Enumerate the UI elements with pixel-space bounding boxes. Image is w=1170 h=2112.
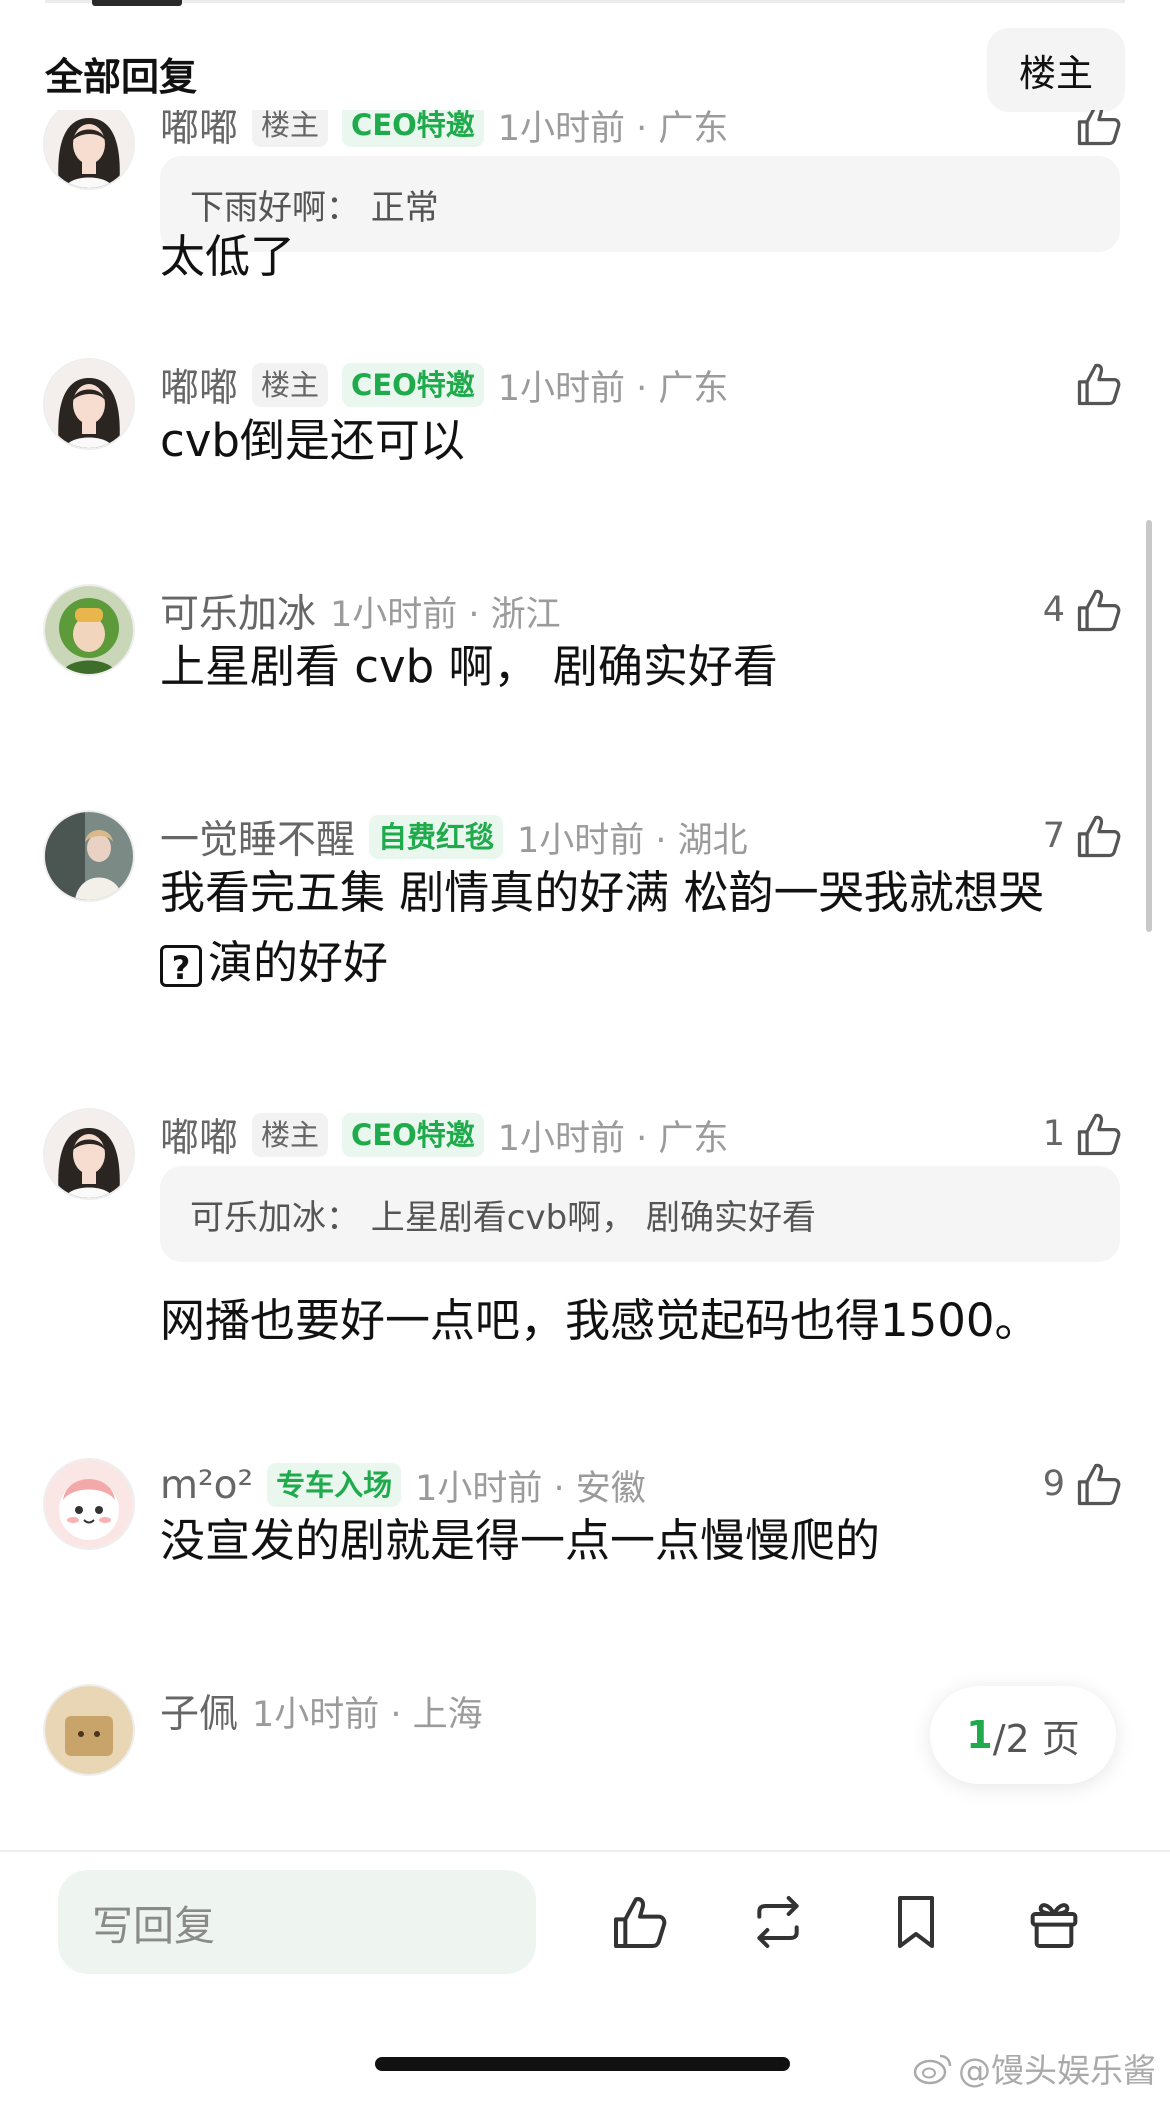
total-pages: /2 页 <box>992 1716 1080 1761</box>
comment-meta: 一觉睡不醒 自费红毯 1小时前 · 湖北 <box>160 809 748 865</box>
comment-text: 上星剧看 cvb 啊， 剧确实好看 <box>160 640 778 693</box>
comment-text-continued: 演的好好 <box>208 936 389 989</box>
quoted-reply[interactable]: 可乐加冰： 上星剧看cvb啊， 剧确实好看 <box>160 1166 1120 1262</box>
reply-input[interactable]: 写回复 <box>58 1870 536 1974</box>
avatar[interactable] <box>45 1686 133 1774</box>
comment-item: m²o² 专车入场 1小时前 · 安徽 9 没宣发的剧就是得一点一点慢慢爬的 <box>45 1460 1125 1580</box>
time-location: 1小时前 · 广东 <box>497 110 729 149</box>
op-badge: 楼主 <box>252 363 329 407</box>
username[interactable]: 嘟嘟 <box>160 1107 238 1163</box>
scrollbar[interactable] <box>1146 520 1152 932</box>
op-only-button[interactable]: 楼主 <box>987 28 1125 112</box>
like-count: 7 <box>1042 816 1065 856</box>
comment-text: 网播也要好一点吧，我感觉起码也得1500。 <box>160 1294 1040 1347</box>
watermark: @馒头娱乐酱 <box>912 2044 1156 2092</box>
comment-text: 太低了 <box>160 230 296 283</box>
like-button[interactable]: 9 <box>1043 1456 1125 1512</box>
gift-icon[interactable] <box>1022 1890 1086 1954</box>
comment-item: 嘟嘟 楼主 CEO特邀 1小时前 · 广东 下雨好啊： 正常 太低了 <box>45 110 1125 320</box>
bookmark-icon[interactable] <box>884 1890 948 1954</box>
ceo-invite-badge: CEO特邀 <box>342 363 484 407</box>
like-button[interactable]: 1 <box>1043 1106 1125 1162</box>
comment-item: 嘟嘟 楼主 CEO特邀 1小时前 · 广东 1 可乐加冰： 上星剧看cvb啊， … <box>45 1107 1125 1347</box>
comment-item: 嘟嘟 楼主 CEO特邀 1小时前 · 广东 cvb倒是还可以 <box>45 360 1125 480</box>
username[interactable]: 可乐加冰 <box>160 583 316 639</box>
like-button[interactable] <box>1065 356 1125 412</box>
like-count: 4 <box>1042 590 1065 630</box>
current-page: 1 <box>966 1713 993 1757</box>
avatar[interactable] <box>45 1460 133 1548</box>
like-count: 1 <box>1042 1114 1065 1154</box>
vip-entry-badge: 专车入场 <box>267 1463 402 1507</box>
comment-text-line2: ? 演的好好 <box>160 928 1120 998</box>
red-carpet-badge: 自费红毯 <box>369 815 504 859</box>
comment-item: 一觉睡不醒 自费红毯 1小时前 · 湖北 7 我看完五集 剧情真的好满 松韵一哭… <box>45 812 1125 1002</box>
avatar[interactable] <box>45 110 133 188</box>
comment-text: cvb倒是还可以 <box>160 414 465 467</box>
comment-list: 嘟嘟 楼主 CEO特邀 1小时前 · 广东 下雨好啊： 正常 太低了 嘟嘟 楼主… <box>0 110 1170 1850</box>
comment-meta: 子佩 1小时前 · 上海 <box>160 1683 483 1739</box>
like-button[interactable]: 7 <box>1043 808 1125 864</box>
comment-meta: m²o² 专车入场 1小时前 · 安徽 <box>160 1460 646 1510</box>
thumbs-up-icon <box>1073 358 1125 410</box>
thumbs-up-icon <box>1073 810 1125 862</box>
thumbs-up-icon <box>1073 1108 1125 1160</box>
username[interactable]: m²o² <box>160 1463 253 1508</box>
time-location: 1小时前 · 浙江 <box>330 594 561 635</box>
time-location: 1小时前 · 上海 <box>252 1694 483 1735</box>
username[interactable]: 一觉睡不醒 <box>160 809 355 865</box>
time-location: 1小时前 · 广东 <box>497 1118 729 1159</box>
comment-meta: 嘟嘟 楼主 CEO特邀 1小时前 · 广东 <box>160 357 729 413</box>
op-badge: 楼主 <box>252 1113 329 1157</box>
thumbs-up-icon <box>1073 1458 1125 1510</box>
comment-text: 我看完五集 剧情真的好满 松韵一哭我就想哭 <box>160 866 1044 919</box>
comment-text: 没宣发的剧就是得一点一点慢慢爬的 <box>160 1514 881 1567</box>
comment-meta: 可乐加冰 1小时前 · 浙江 <box>160 583 561 639</box>
comment-item: 可乐加冰 1小时前 · 浙江 4 上星剧看 cvb 啊， 剧确实好看 <box>45 586 1125 706</box>
comment-meta: 嘟嘟 楼主 CEO特邀 1小时前 · 广东 <box>160 1107 729 1163</box>
replies-header: 全部回复 楼主 <box>45 28 1125 113</box>
time-location: 1小时前 · 湖北 <box>517 820 748 861</box>
avatar[interactable] <box>45 812 133 900</box>
repost-icon[interactable] <box>746 1890 810 1954</box>
page-title: 全部回复 <box>45 55 198 99</box>
time-location: 1小时前 · 安徽 <box>415 1468 646 1509</box>
ceo-invite-badge: CEO特邀 <box>342 1113 484 1157</box>
like-button[interactable] <box>1065 110 1125 152</box>
thumbs-up-icon <box>1073 584 1125 636</box>
watermark-text: @馒头娱乐酱 <box>958 2051 1156 2090</box>
thumbs-up-icon <box>1073 110 1125 150</box>
avatar[interactable] <box>45 360 133 448</box>
ceo-invite-badge: CEO特邀 <box>342 110 484 147</box>
avatar[interactable] <box>45 586 133 674</box>
bottom-bar-divider <box>0 1850 1170 1852</box>
unknown-emoji-icon: ? <box>160 945 202 987</box>
home-indicator <box>375 2057 790 2071</box>
op-badge: 楼主 <box>252 110 329 147</box>
tab-indicator <box>92 0 182 6</box>
pagination-button[interactable]: 1/2 页 <box>930 1686 1116 1784</box>
username[interactable]: 嘟嘟 <box>160 110 238 153</box>
top-divider <box>45 0 1125 3</box>
weibo-logo-icon <box>913 2054 952 2085</box>
like-count: 9 <box>1042 1464 1065 1504</box>
username[interactable]: 子佩 <box>160 1683 238 1739</box>
thumbs-up-icon[interactable] <box>608 1890 672 1954</box>
like-button[interactable]: 4 <box>1043 582 1125 638</box>
time-location: 1小时前 · 广东 <box>497 368 729 409</box>
avatar[interactable] <box>45 1110 133 1198</box>
comment-meta: 嘟嘟 楼主 CEO特邀 1小时前 · 广东 <box>160 110 729 153</box>
username[interactable]: 嘟嘟 <box>160 357 238 413</box>
